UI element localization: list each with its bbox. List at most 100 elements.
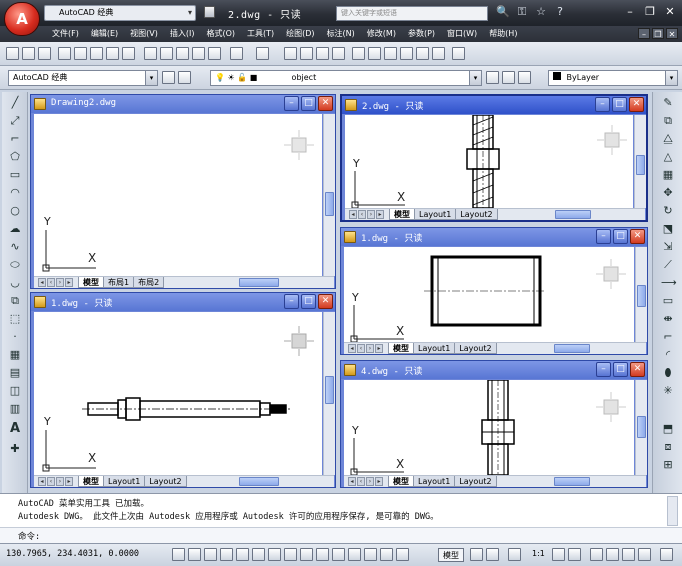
paste-icon[interactable]: [176, 47, 189, 60]
last-tab-icon[interactable]: ▸: [376, 210, 384, 219]
multiline-text-icon[interactable]: A: [8, 422, 22, 436]
workspace-combo[interactable]: AutoCAD 经典 ▾: [8, 70, 158, 86]
layer-previous-icon[interactable]: [502, 71, 515, 84]
next-tab-icon[interactable]: ›: [366, 477, 374, 486]
cut-icon[interactable]: [144, 47, 157, 60]
close-button[interactable]: ✕: [630, 362, 645, 377]
rectangle-icon[interactable]: ▭: [8, 168, 22, 182]
close-button[interactable]: ✕: [629, 97, 644, 112]
redo-icon[interactable]: [256, 47, 269, 60]
workspace-switcher[interactable]: AutoCAD 经典 ▾: [44, 5, 196, 21]
drawing-canvas[interactable]: Y X: [34, 312, 322, 475]
menu-window[interactable]: 窗口(W): [441, 28, 483, 40]
tab-model[interactable]: 模型: [388, 476, 414, 487]
tab-model[interactable]: 模型: [78, 277, 104, 288]
trim-icon[interactable]: ⟋: [661, 258, 675, 272]
menu-edit[interactable]: 编辑(E): [85, 28, 124, 40]
first-tab-icon[interactable]: ◂: [38, 278, 46, 287]
last-tab-icon[interactable]: ▸: [65, 278, 73, 287]
dynamic-input-icon[interactable]: [316, 548, 329, 561]
key-icon[interactable]: ⚿: [515, 5, 529, 19]
quick-view-layouts-icon[interactable]: [470, 548, 483, 561]
scale-icon[interactable]: ⬔: [661, 222, 675, 236]
blend-icon[interactable]: ⬮: [661, 366, 675, 380]
tab-layout2[interactable]: Layout2: [454, 343, 497, 354]
quick-view-drawings-icon[interactable]: [486, 548, 499, 561]
stretch-icon[interactable]: ⇲: [661, 240, 675, 254]
star-icon[interactable]: ☆: [534, 5, 548, 19]
vertical-scrollbar[interactable]: [634, 115, 646, 208]
array-icon[interactable]: ▦: [661, 168, 675, 182]
grid-display-icon[interactable]: [204, 548, 217, 561]
3d-print-icon[interactable]: [106, 47, 119, 60]
hatch-icon[interactable]: ▦: [8, 348, 22, 362]
menu-file[interactable]: 文件(F): [46, 28, 85, 40]
window-title-bar[interactable]: 1.dwg - 只读 – □ ✕: [31, 293, 335, 311]
status-menu-icon[interactable]: [660, 548, 673, 561]
mdi-close-button[interactable]: ✕: [666, 28, 678, 39]
vertical-scrollbar[interactable]: [635, 380, 647, 475]
table-icon[interactable]: ▥: [8, 402, 22, 416]
maximize-button[interactable]: □: [301, 96, 316, 111]
erase-icon[interactable]: ✎: [661, 96, 675, 110]
window-title-bar[interactable]: Drawing2.dwg – □ ✕: [31, 95, 335, 113]
drawing-canvas[interactable]: Y X: [345, 115, 633, 208]
dynamic-ucs-icon[interactable]: [300, 548, 313, 561]
line-icon[interactable]: ╱: [8, 96, 22, 110]
minimize-button[interactable]: –: [284, 294, 299, 309]
mdi-minimize-button[interactable]: –: [638, 28, 650, 39]
workspace-switching-icon[interactable]: [590, 548, 603, 561]
horizontal-scrollbar[interactable]: [239, 477, 279, 486]
tab-model[interactable]: 模型: [389, 209, 415, 220]
object-snap-tracking-icon[interactable]: [284, 548, 297, 561]
minimize-button[interactable]: –: [622, 4, 638, 19]
window-title-bar[interactable]: 1.dwg - 只读 – □ ✕: [341, 228, 647, 246]
minimize-button[interactable]: –: [596, 229, 611, 244]
zoom-realtime-icon[interactable]: [300, 47, 313, 60]
snap-mode-icon[interactable]: [188, 548, 201, 561]
menu-dimension[interactable]: 标注(N): [321, 28, 361, 40]
explode-icon[interactable]: ✳: [661, 384, 675, 398]
close-button[interactable]: ✕: [630, 229, 645, 244]
region-icon[interactable]: ◫: [8, 384, 22, 398]
zoom-window-icon[interactable]: [316, 47, 329, 60]
menu-parameters[interactable]: 参数(P): [402, 28, 441, 40]
view-cube-icon[interactable]: [594, 257, 628, 291]
vertical-scrollbar[interactable]: [635, 247, 647, 342]
open-icon[interactable]: [22, 47, 35, 60]
annotation-visibility-icon[interactable]: [552, 548, 565, 561]
tab-layout1[interactable]: Layout1: [413, 343, 456, 354]
save-icon[interactable]: [38, 47, 51, 60]
window-title-bar[interactable]: 2.dwg - 只读 – □ ✕: [342, 96, 646, 114]
minimize-button[interactable]: –: [596, 362, 611, 377]
prev-tab-icon[interactable]: ‹: [357, 344, 365, 353]
infer-constraints-icon[interactable]: [172, 548, 185, 561]
quick-properties-icon[interactable]: [364, 548, 377, 561]
spline-icon[interactable]: ∿: [8, 240, 22, 254]
close-button[interactable]: ✕: [662, 4, 678, 19]
mirror-icon[interactable]: ⧋: [661, 132, 675, 146]
dimension-icon[interactable]: ⊞: [661, 458, 675, 472]
menu-insert[interactable]: 插入(I): [164, 28, 201, 40]
prev-tab-icon[interactable]: ‹: [357, 477, 365, 486]
undo-icon[interactable]: [230, 47, 243, 60]
print-preview-icon[interactable]: [74, 47, 87, 60]
lock-icon[interactable]: [606, 548, 619, 561]
menu-help[interactable]: 帮助(H): [483, 28, 523, 40]
close-button[interactable]: ✕: [318, 294, 333, 309]
tab-layout2[interactable]: Layout2: [144, 476, 187, 487]
color-combo[interactable]: ByLayer ▾: [548, 70, 678, 86]
polar-tracking-icon[interactable]: [236, 548, 249, 561]
layer-tool-icon[interactable]: ⧈: [661, 440, 675, 454]
circle-icon[interactable]: ○: [8, 204, 22, 218]
horizontal-scrollbar[interactable]: [239, 278, 279, 287]
drawing-canvas[interactable]: Y X: [344, 247, 634, 342]
zoom-previous-icon[interactable]: [332, 47, 345, 60]
view-cube-icon[interactable]: [595, 123, 629, 157]
view-cube-icon[interactable]: [282, 128, 316, 162]
break-icon[interactable]: ▭: [661, 294, 675, 308]
view-cube-icon[interactable]: [282, 324, 316, 358]
fillet-icon[interactable]: ◜: [661, 348, 675, 362]
revcloud-icon[interactable]: ☁: [8, 222, 22, 236]
mdi-restore-button[interactable]: ❐: [652, 28, 664, 39]
